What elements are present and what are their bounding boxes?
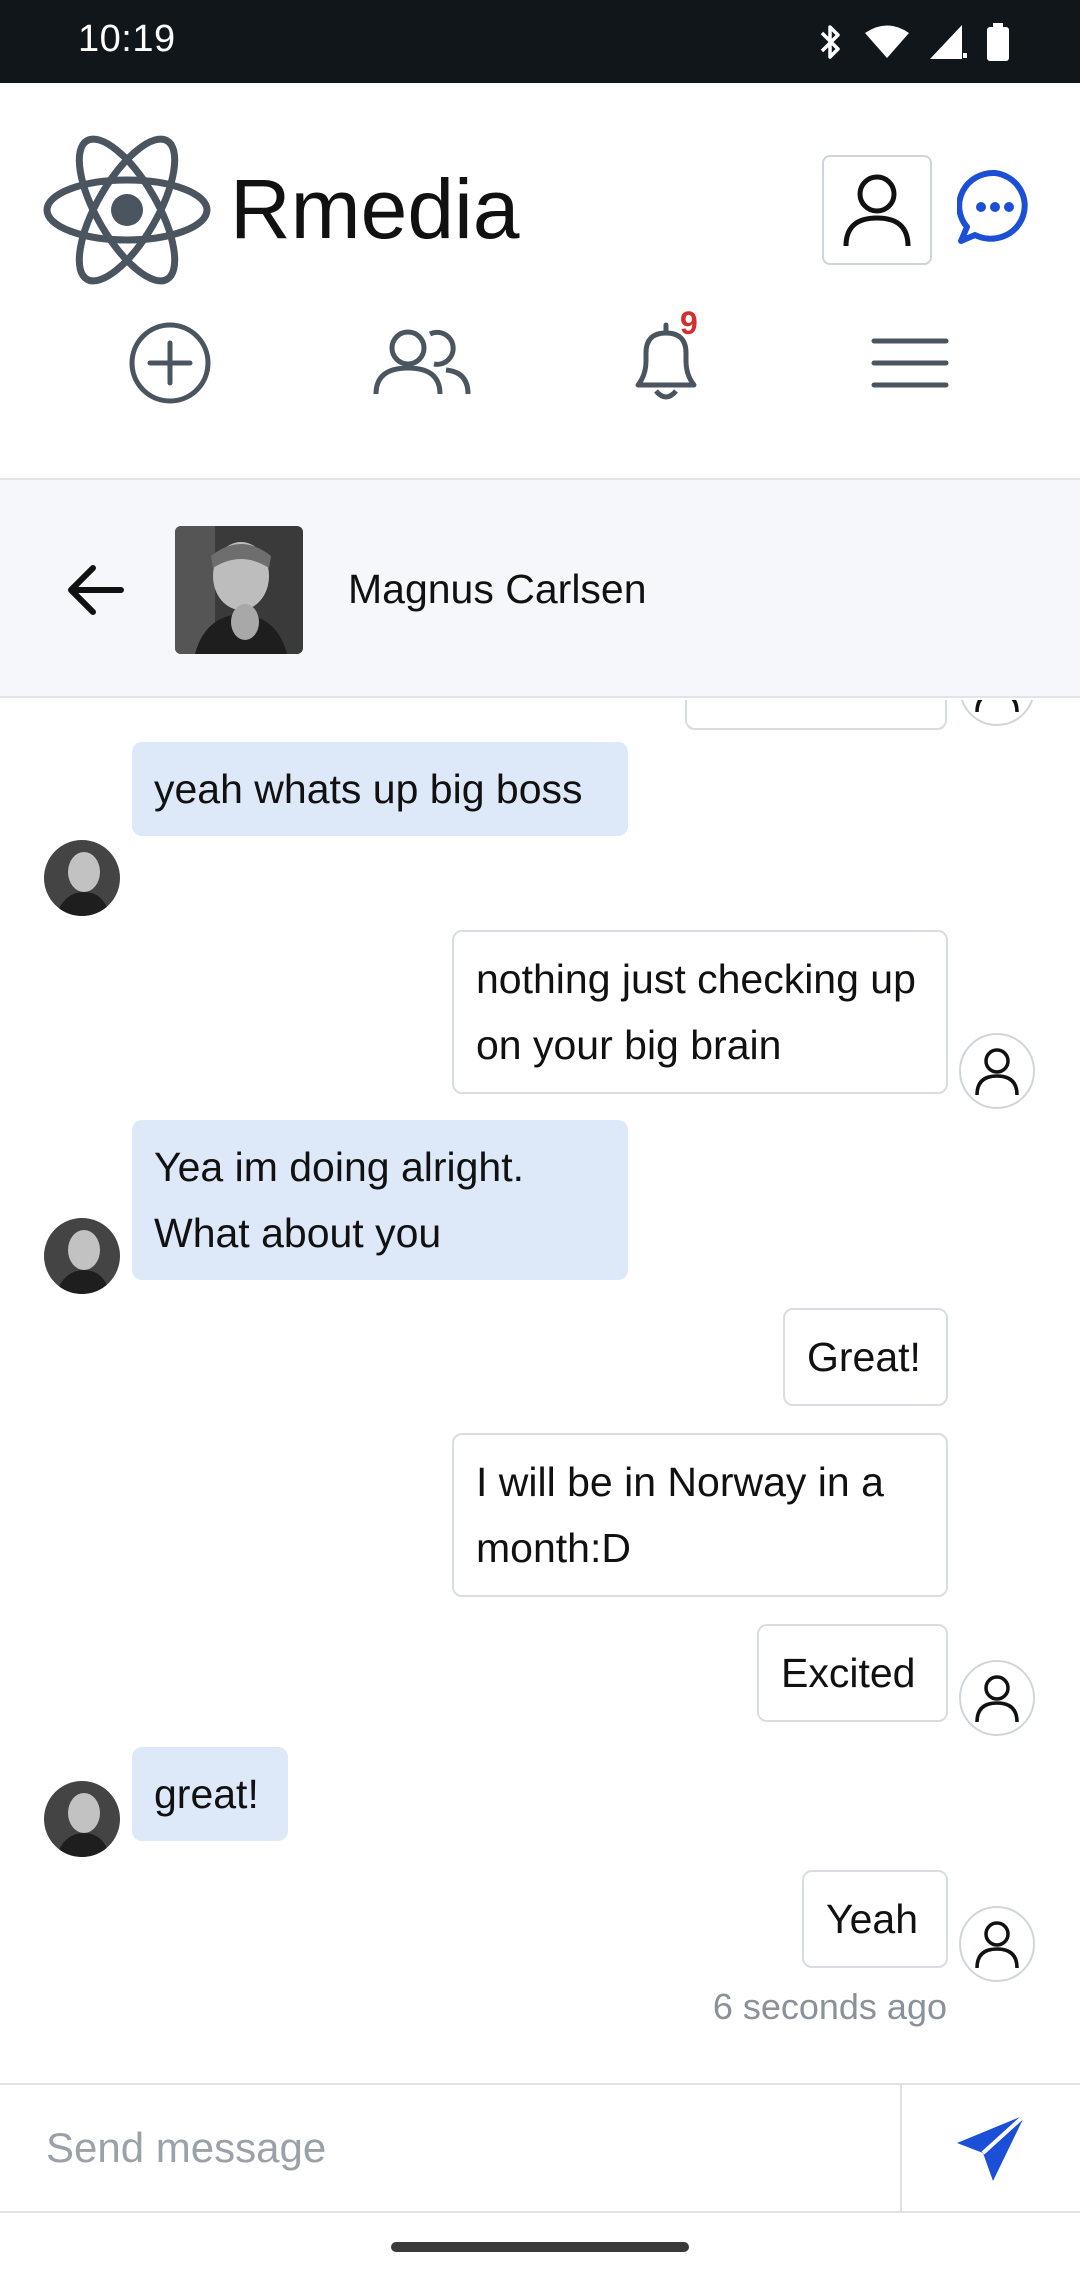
back-button[interactable] <box>50 545 140 635</box>
message-input[interactable] <box>0 2085 900 2211</box>
message-bubble-incoming: yeah whats up big boss <box>132 742 628 836</box>
notification-badge: 9 <box>680 305 698 341</box>
user-icon <box>975 1675 1019 1723</box>
contact-message-avatar <box>44 840 120 916</box>
my-avatar <box>959 700 1035 726</box>
wifi-icon <box>865 25 909 58</box>
message-bubble-outgoing: Yeah <box>802 1870 948 1968</box>
brand-name[interactable]: Rmedia <box>230 161 519 258</box>
signal-icon <box>930 25 967 59</box>
message-bubble-incoming: Yea im doing alright. What about you <box>132 1120 628 1280</box>
status-bar: 10:19 <box>0 0 1080 83</box>
message-bubble-outgoing: I will be in Norway in a month:D <box>452 1433 948 1597</box>
nav-friends[interactable] <box>372 313 472 413</box>
user-icon <box>975 1048 1019 1096</box>
add-circle-icon <box>129 322 211 404</box>
message-composer <box>0 2083 1080 2213</box>
menu-icon <box>871 338 949 388</box>
conversation-header: Magnus Carlsen <box>0 478 1080 698</box>
send-button[interactable] <box>900 2085 1080 2211</box>
message-bubble-outgoing: Great! <box>783 1308 948 1406</box>
main-nav <box>0 313 1080 413</box>
user-icon <box>843 174 911 247</box>
nav-notifications[interactable] <box>616 313 716 413</box>
send-icon <box>957 2113 1027 2181</box>
contact-message-avatar <box>44 1781 120 1857</box>
message-bubble-outgoing: nothing just checking up on your big bra… <box>452 930 948 1094</box>
nav-create-post[interactable] <box>120 313 220 413</box>
my-avatar <box>959 1660 1035 1736</box>
arrow-left-icon <box>68 565 124 615</box>
message-bubble-outgoing: Excited <box>757 1624 948 1722</box>
status-icons <box>816 20 1010 64</box>
message-bubble-incoming: great! <box>132 1747 288 1841</box>
bluetooth-icon <box>820 25 840 59</box>
app-header: Rmedia 9 <box>0 83 1080 478</box>
contact-message-avatar <box>44 1218 120 1294</box>
user-icon <box>975 1921 1019 1969</box>
home-indicator[interactable] <box>391 2242 689 2252</box>
friends-icon <box>373 329 471 395</box>
user-icon <box>975 700 1019 713</box>
battery-icon <box>987 23 1009 61</box>
chat-bubble-icon <box>957 169 1028 244</box>
my-avatar <box>959 1906 1035 1982</box>
atom-logo-icon[interactable] <box>42 135 212 285</box>
profile-button[interactable] <box>822 155 932 265</box>
message-list[interactable]: yeah whats up big boss nothing just chec… <box>0 700 1080 2083</box>
status-time: 10:19 <box>78 18 176 60</box>
message-timestamp: 6 seconds ago <box>712 1986 947 2027</box>
nav-menu[interactable] <box>860 313 960 413</box>
contact-name: Magnus Carlsen <box>348 566 647 612</box>
my-avatar <box>959 1033 1035 1109</box>
contact-avatar[interactable] <box>175 526 303 654</box>
message-bubble-partial <box>685 700 947 730</box>
chat-button[interactable] <box>955 167 1035 247</box>
